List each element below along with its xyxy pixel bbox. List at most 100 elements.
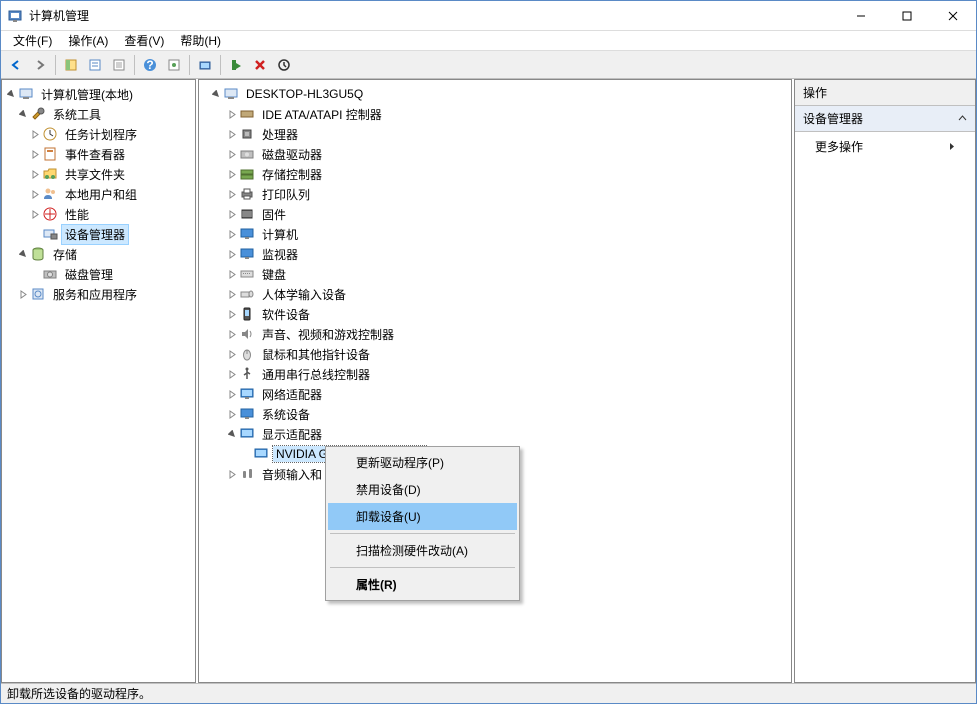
device-label: DESKTOP-HL3GU5Q	[243, 86, 366, 102]
audio-icon	[239, 466, 255, 482]
device-node-firmware[interactable]: 固件	[201, 204, 789, 224]
expand-icon[interactable]	[225, 467, 239, 481]
tree-node-event-viewer[interactable]: 事件查看器	[4, 144, 193, 164]
properties-button[interactable]	[84, 54, 106, 76]
context-update-driver[interactable]: 更新驱动程序(P)	[328, 449, 517, 476]
device-label: 打印队列	[259, 185, 313, 204]
menubar: 文件(F) 操作(A) 查看(V) 帮助(H)	[1, 31, 976, 51]
menu-action[interactable]: 操作(A)	[60, 30, 116, 51]
expand-icon[interactable]	[225, 187, 239, 201]
device-node-keyboard[interactable]: 键盘	[201, 264, 789, 284]
main-content: 计算机管理(本地) 系统工具 任务计划程序	[1, 79, 976, 683]
close-button[interactable]	[930, 1, 976, 31]
tree-node-performance[interactable]: 性能	[4, 204, 193, 224]
device-node-storage-ctrl[interactable]: 存储控制器	[201, 164, 789, 184]
scan-hardware-button[interactable]	[194, 54, 216, 76]
device-node-disk-drive[interactable]: 磁盘驱动器	[201, 144, 789, 164]
show-hide-tree-button[interactable]	[60, 54, 82, 76]
device-node-cpu[interactable]: 处理器	[201, 124, 789, 144]
tree-label: 事件查看器	[62, 145, 128, 164]
expand-icon[interactable]	[225, 167, 239, 181]
device-node-print-queue[interactable]: 打印队列	[201, 184, 789, 204]
tree-node-services[interactable]: 服务和应用程序	[4, 284, 193, 304]
uninstall-button[interactable]	[249, 54, 271, 76]
minimize-button[interactable]	[838, 1, 884, 31]
tree-label: 本地用户和组	[62, 185, 140, 204]
collapse-icon[interactable]	[225, 427, 239, 441]
help-button[interactable]: ?	[139, 54, 161, 76]
enable-button[interactable]	[225, 54, 247, 76]
device-node-sound[interactable]: 声音、视频和游戏控制器	[201, 324, 789, 344]
context-scan-hardware[interactable]: 扫描检测硬件改动(A)	[328, 537, 517, 564]
export-button[interactable]	[108, 54, 130, 76]
actions-more[interactable]: 更多操作	[795, 132, 975, 161]
menu-file[interactable]: 文件(F)	[5, 30, 60, 51]
device-node-computer[interactable]: DESKTOP-HL3GU5Q	[201, 84, 789, 104]
scope-pane[interactable]: 计算机管理(本地) 系统工具 任务计划程序	[1, 79, 196, 683]
speaker-icon	[239, 326, 255, 342]
expand-icon[interactable]	[225, 207, 239, 221]
result-pane[interactable]: DESKTOP-HL3GU5Q IDE ATA/ATAPI 控制器 处理器 磁盘…	[198, 79, 792, 683]
device-label: 系统设备	[259, 405, 313, 424]
tree-node-storage[interactable]: 存储	[4, 244, 193, 264]
actions-section[interactable]: 设备管理器	[795, 106, 975, 132]
device-node-ide[interactable]: IDE ATA/ATAPI 控制器	[201, 104, 789, 124]
expand-icon[interactable]	[16, 247, 30, 261]
back-button[interactable]	[5, 54, 27, 76]
tree-node-shared-folders[interactable]: 共享文件夹	[4, 164, 193, 184]
tree-node-root[interactable]: 计算机管理(本地)	[4, 84, 193, 104]
tree-node-task-scheduler[interactable]: 任务计划程序	[4, 124, 193, 144]
device-node-display[interactable]: 显示适配器	[201, 424, 789, 444]
expand-icon[interactable]	[225, 227, 239, 241]
computer-mgmt-icon	[18, 86, 34, 102]
update-driver-button[interactable]	[273, 54, 295, 76]
tree-node-disk-management[interactable]: 磁盘管理	[4, 264, 193, 284]
expand-icon[interactable]	[16, 287, 30, 301]
context-properties[interactable]: 属性(R)	[328, 571, 517, 598]
device-node-network[interactable]: 网络适配器	[201, 384, 789, 404]
tree-node-device-manager[interactable]: 设备管理器	[4, 224, 193, 244]
expand-icon[interactable]	[225, 127, 239, 141]
expand-icon[interactable]	[16, 107, 30, 121]
device-node-usb[interactable]: 通用串行总线控制器	[201, 364, 789, 384]
expand-icon[interactable]	[28, 187, 42, 201]
expand-icon[interactable]	[209, 87, 223, 101]
expand-icon[interactable]	[225, 307, 239, 321]
menu-help[interactable]: 帮助(H)	[172, 30, 229, 51]
expand-icon[interactable]	[225, 347, 239, 361]
device-node-computer-cat[interactable]: 计算机	[201, 224, 789, 244]
expand-icon[interactable]	[28, 127, 42, 141]
expand-icon[interactable]	[225, 327, 239, 341]
maximize-button[interactable]	[884, 1, 930, 31]
device-node-software-dev[interactable]: 软件设备	[201, 304, 789, 324]
expand-icon[interactable]	[225, 287, 239, 301]
expand-icon[interactable]	[28, 167, 42, 181]
context-uninstall-device[interactable]: 卸载设备(U)	[328, 503, 517, 530]
collapse-icon[interactable]	[958, 114, 967, 123]
expand-icon[interactable]	[225, 367, 239, 381]
expand-icon[interactable]	[4, 87, 18, 101]
context-disable-device[interactable]: 禁用设备(D)	[328, 476, 517, 503]
monitor-icon	[239, 246, 255, 262]
expand-icon[interactable]	[225, 147, 239, 161]
menu-view[interactable]: 查看(V)	[116, 30, 172, 51]
toolbar-separator	[55, 55, 56, 75]
storage-ctrl-icon	[239, 166, 255, 182]
expand-icon[interactable]	[225, 107, 239, 121]
expand-icon[interactable]	[225, 407, 239, 421]
expand-icon[interactable]	[28, 207, 42, 221]
expand-icon[interactable]	[225, 247, 239, 261]
usb-icon	[239, 366, 255, 382]
expand-icon[interactable]	[28, 147, 42, 161]
device-node-mouse[interactable]: 鼠标和其他指针设备	[201, 344, 789, 364]
device-label: 网络适配器	[259, 385, 325, 404]
expand-icon[interactable]	[225, 387, 239, 401]
device-node-hid[interactable]: 人体学输入设备	[201, 284, 789, 304]
refresh-button[interactable]	[163, 54, 185, 76]
forward-button[interactable]	[29, 54, 51, 76]
expand-icon[interactable]	[225, 267, 239, 281]
device-node-system-dev[interactable]: 系统设备	[201, 404, 789, 424]
tree-node-local-users[interactable]: 本地用户和组	[4, 184, 193, 204]
device-node-monitor[interactable]: 监视器	[201, 244, 789, 264]
tree-node-system-tools[interactable]: 系统工具	[4, 104, 193, 124]
